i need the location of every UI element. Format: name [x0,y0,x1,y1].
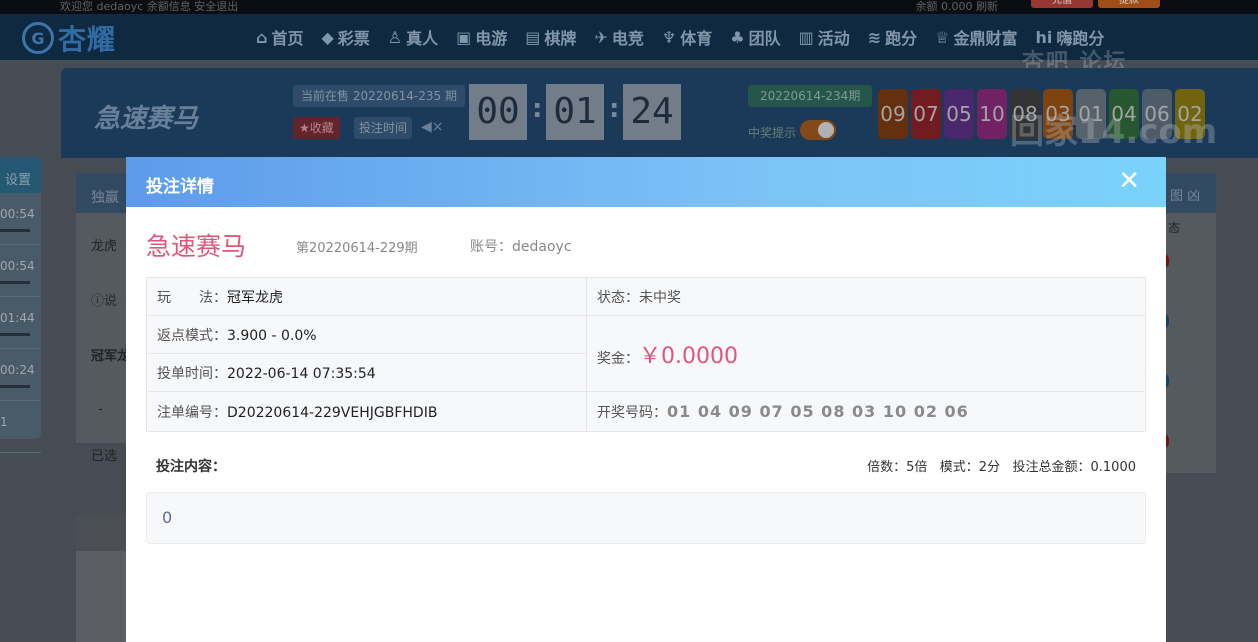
detail-lottery-name: 急速赛马 [146,232,247,261]
bet-content-label: 投注内容： [156,459,226,475]
draw-numbers: 01 04 09 07 05 08 03 10 02 06 [667,401,969,421]
modal-title: 投注详情 [146,177,214,197]
close-icon[interactable]: ✕ [1118,168,1140,194]
status-cell: 状态：未中奖 [586,277,1146,316]
bet-detail-modal: 投注详情 ✕ 急速赛马 第20220614-229期 账号：dedaoyc 玩 … [126,157,1166,642]
bet-content-box: 0 [146,492,1146,544]
bet-summary: 倍数：5倍 模式：2分 投注总金额：0.1000 [867,460,1136,475]
detail-issue: 第20220614-229期 [296,241,418,256]
detail-account: 账号：dedaoyc [470,239,572,255]
prize-cell: 奖金：￥0.0000 [586,315,1146,392]
detail-table: 玩 法：冠军龙虎 状态：未中奖 返点模式：3.900 - 0.0% 奖金：￥0.… [146,277,1146,432]
prize-amount: ￥0.0000 [639,343,738,369]
rebate-cell: 返点模式：3.900 - 0.0% [146,315,587,354]
draw-cell: 开奖号码：01 04 09 07 05 08 03 10 02 06 [586,391,1146,432]
modal-header: 投注详情 [126,157,1166,207]
order-cell: 注单编号：D20220614-229VEHJGBFHDIB [146,391,587,432]
play-cell: 玩 法：冠军龙虎 [146,277,587,316]
bet-time-cell: 投单时间：2022-06-14 07:35:54 [146,353,587,392]
